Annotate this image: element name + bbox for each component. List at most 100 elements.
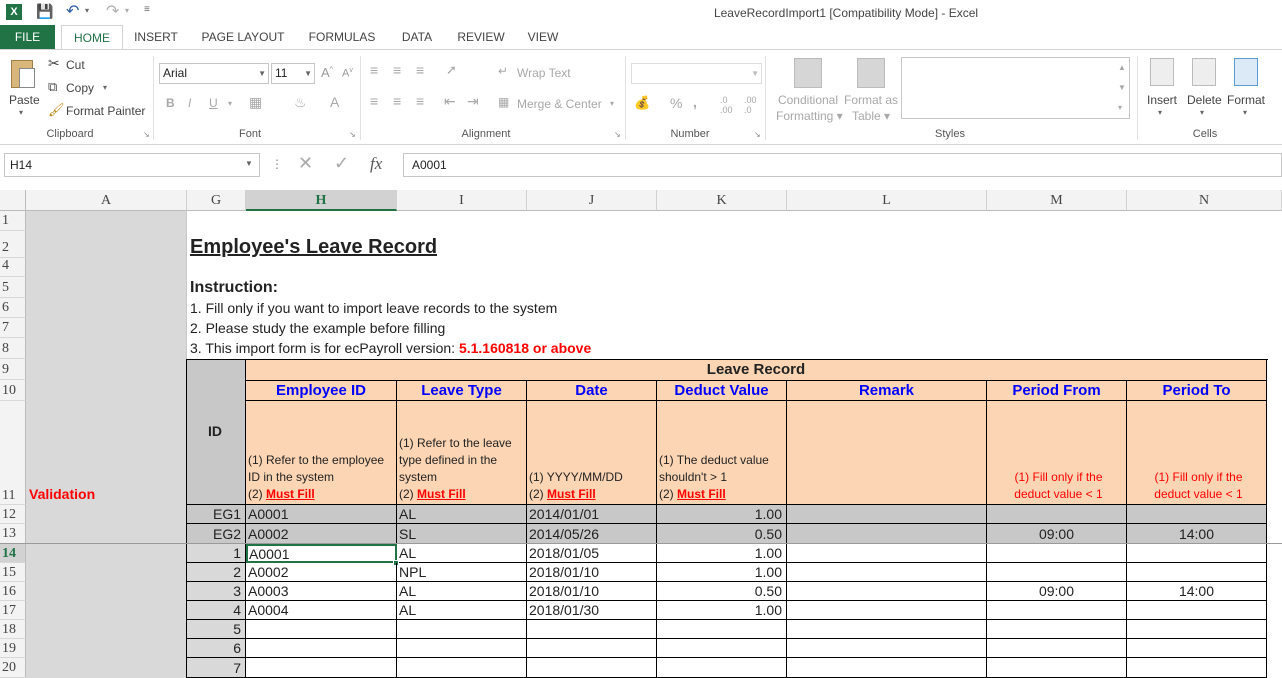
accounting-format-icon[interactable]: 💰 <box>634 95 650 111</box>
cell-date[interactable]: 2018/01/05 <box>527 544 657 563</box>
cell-remark[interactable] <box>787 544 987 563</box>
increase-font-icon[interactable]: A^ <box>321 65 333 80</box>
tab-insert[interactable]: INSERT <box>128 25 184 49</box>
cell-deduct[interactable] <box>657 639 787 658</box>
cell-period-from[interactable] <box>987 639 1127 658</box>
underline-button[interactable]: U <box>209 96 218 110</box>
example-period-to[interactable] <box>1127 505 1267 524</box>
example-remark[interactable] <box>787 524 987 544</box>
column-header-a[interactable]: A <box>26 190 187 211</box>
cell-deduct[interactable] <box>657 620 787 639</box>
row-header-11[interactable]: 11 <box>0 401 26 505</box>
italic-button[interactable]: I <box>188 96 191 110</box>
more-options-icon[interactable]: ⋮ <box>271 157 283 171</box>
cancel-entry-icon[interactable]: ✕ <box>298 153 313 174</box>
row-header-4[interactable]: 4 <box>0 258 26 277</box>
row-header-20[interactable]: 20 <box>0 658 26 678</box>
insert-cells-icon[interactable] <box>1150 58 1174 86</box>
cell-period-to[interactable] <box>1127 563 1267 582</box>
example-emp-id[interactable]: A0001 <box>246 505 397 524</box>
insert-dropdown-icon[interactable]: ▾ <box>1158 108 1162 117</box>
row-id[interactable]: 3 <box>187 582 246 601</box>
cell-emp-id[interactable] <box>246 658 397 678</box>
example-id[interactable]: EG2 <box>187 524 246 544</box>
cell-leave-type[interactable] <box>397 639 527 658</box>
example-emp-id[interactable]: A0002 <box>246 524 397 544</box>
cell-deduct[interactable]: 1.00 <box>657 544 787 563</box>
column-header-j[interactable]: J <box>527 190 657 211</box>
cell-leave-type[interactable]: AL <box>397 582 527 601</box>
row-id[interactable]: 4 <box>187 601 246 620</box>
font-color-icon[interactable]: A <box>330 94 339 110</box>
paste-dropdown-icon[interactable]: ▾ <box>19 108 23 117</box>
format-painter-icon[interactable]: 🖌 <box>48 102 65 118</box>
align-left-icon[interactable]: ≡ <box>370 93 378 109</box>
increase-decimal-icon[interactable]: .0.00 <box>720 95 733 115</box>
underline-dropdown-icon[interactable]: ▾ <box>228 99 232 108</box>
row-header-6[interactable]: 6 <box>0 298 26 318</box>
cell-deduct[interactable] <box>657 658 787 678</box>
column-header-m[interactable]: M <box>987 190 1127 211</box>
align-right-icon[interactable]: ≡ <box>416 93 424 109</box>
cell-date[interactable]: 2018/01/10 <box>527 563 657 582</box>
row-header-19[interactable]: 19 <box>0 639 26 658</box>
paste-button[interactable]: Paste <box>9 93 40 107</box>
format-cells-icon[interactable] <box>1234 58 1258 86</box>
font-size-select[interactable]: 11 ▼ <box>271 63 315 84</box>
format-painter-button[interactable]: Format Painter <box>66 104 145 118</box>
cell-emp-id[interactable]: A0004 <box>246 601 397 620</box>
example-deduct[interactable]: 1.00 <box>657 505 787 524</box>
number-format-select[interactable]: ▼ <box>631 63 762 84</box>
cell-period-to[interactable] <box>1127 620 1267 639</box>
cell-period-to[interactable] <box>1127 639 1267 658</box>
cell-remark[interactable] <box>787 639 987 658</box>
comma-style-button[interactable]: , <box>693 94 697 110</box>
font-launcher-icon[interactable]: ↘ <box>349 130 356 139</box>
row-header-18[interactable]: 18 <box>0 620 26 639</box>
orientation-icon[interactable]: ➚ <box>446 62 457 78</box>
merge-dropdown-icon[interactable]: ▾ <box>610 99 614 108</box>
row-header-2[interactable]: 2 <box>0 231 26 258</box>
cell-leave-type[interactable]: AL <box>397 601 527 620</box>
example-remark[interactable] <box>787 505 987 524</box>
conditional-formatting-button[interactable]: Conditional Formatting ▾ <box>776 92 843 124</box>
tab-home[interactable]: HOME <box>61 25 123 49</box>
row-id[interactable]: 1 <box>187 544 246 563</box>
copy-dropdown-icon[interactable]: ▾ <box>103 83 107 92</box>
tab-review[interactable]: REVIEW <box>450 25 512 49</box>
cell-emp-id[interactable]: A0001 <box>246 544 397 563</box>
wrap-text-icon[interactable]: ↵ <box>498 64 508 78</box>
cell-period-from[interactable] <box>987 601 1127 620</box>
delete-cells-icon[interactable] <box>1192 58 1216 86</box>
number-launcher-icon[interactable]: ↘ <box>754 130 761 139</box>
cell-date[interactable]: 2018/01/10 <box>527 582 657 601</box>
cell-deduct[interactable]: 0.50 <box>657 582 787 601</box>
fill-color-icon[interactable]: ♨ <box>294 94 307 111</box>
row-header-12[interactable]: 12 <box>0 505 26 524</box>
copy-icon[interactable]: ⧉ <box>48 79 57 95</box>
column-header-k[interactable]: K <box>657 190 787 211</box>
tab-file[interactable]: FILE <box>0 25 55 49</box>
merge-center-button[interactable]: Merge & Center <box>517 97 602 111</box>
decrease-indent-icon[interactable]: ⇤ <box>444 93 456 110</box>
row-header-13[interactable]: 13 <box>0 524 26 544</box>
example-date[interactable]: 2014/05/26 <box>527 524 657 544</box>
row-header-9[interactable]: 9 <box>0 359 26 380</box>
cell-styles-gallery[interactable] <box>901 57 1130 119</box>
insert-cells-button[interactable]: Insert <box>1147 93 1177 107</box>
align-bottom-icon[interactable]: ≡ <box>416 62 424 78</box>
column-header-n[interactable]: N <box>1127 190 1282 211</box>
cell-emp-id[interactable]: A0002 <box>246 563 397 582</box>
confirm-entry-icon[interactable]: ✓ <box>334 153 349 174</box>
cell-remark[interactable] <box>787 620 987 639</box>
tab-formulas[interactable]: FORMULAS <box>300 25 384 49</box>
row-id[interactable]: 5 <box>187 620 246 639</box>
align-center-icon[interactable]: ≡ <box>393 93 401 109</box>
cell-date[interactable] <box>527 639 657 658</box>
font-family-select[interactable]: Arial ▼ <box>159 63 269 84</box>
cell-remark[interactable] <box>787 563 987 582</box>
cell-leave-type[interactable] <box>397 658 527 678</box>
percent-style-button[interactable]: % <box>670 95 682 111</box>
cell-period-from[interactable]: 09:00 <box>987 582 1127 601</box>
format-cells-button[interactable]: Format <box>1227 93 1265 107</box>
